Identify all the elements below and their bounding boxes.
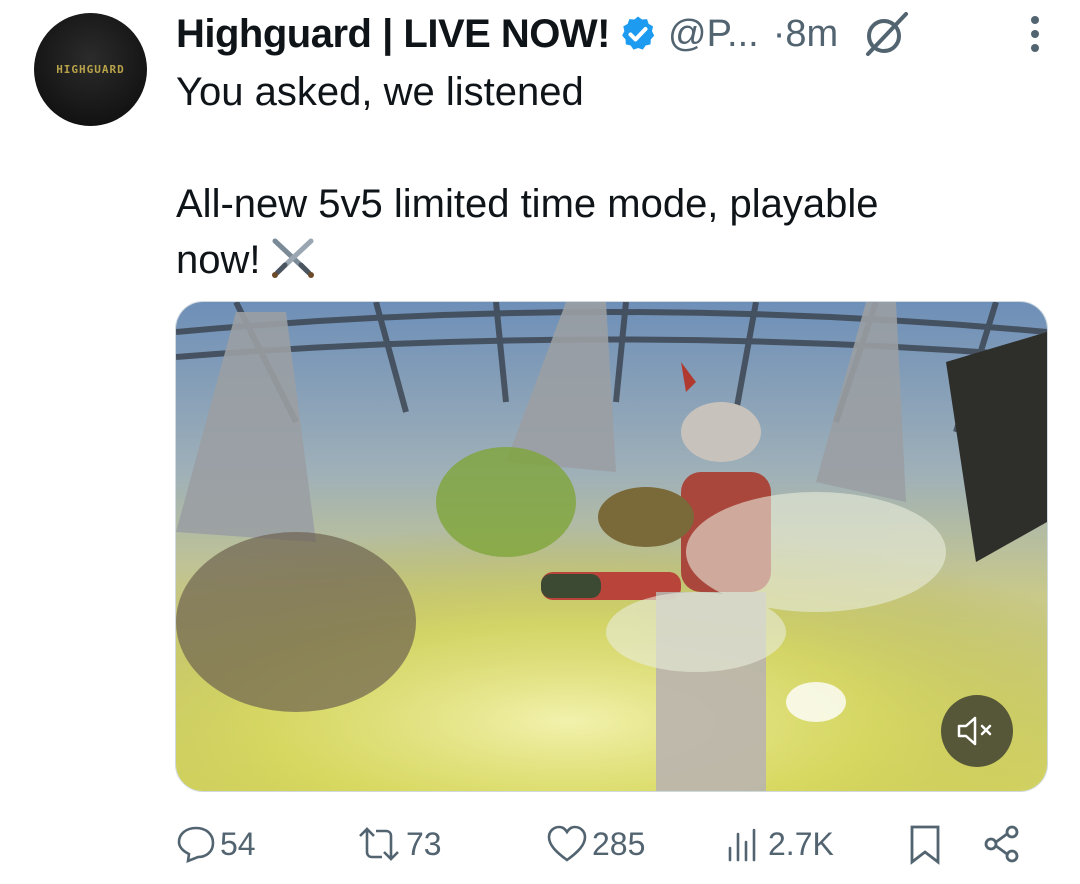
avatar[interactable]: HIGHGUARD — [34, 13, 147, 126]
views-count: 2.7K — [768, 825, 834, 862]
repost-icon — [359, 827, 399, 861]
mute-button[interactable] — [941, 695, 1013, 767]
more-options-icon[interactable] — [1028, 14, 1042, 54]
avatar-logo-text: HIGHGUARD — [56, 63, 125, 76]
grok-icon[interactable] — [860, 10, 912, 58]
display-name[interactable]: Highguard | LIVE NOW! — [176, 12, 611, 57]
bookmark-icon[interactable] — [908, 824, 942, 866]
video-player[interactable] — [175, 301, 1048, 792]
post-header: Highguard | LIVE NOW! @P... ·8m — [176, 6, 1060, 62]
action-bar: 54 73 285 2.7K — [176, 818, 1036, 870]
crossed-swords-icon — [271, 238, 314, 278]
reply-button[interactable]: 54 — [176, 818, 256, 870]
repost-count: 73 — [406, 825, 442, 862]
repost-button[interactable]: 73 — [356, 818, 442, 870]
reply-icon — [177, 826, 215, 864]
video-frame — [176, 302, 1047, 791]
like-button[interactable]: 285 — [546, 818, 645, 870]
heart-icon — [547, 825, 587, 862]
reply-count: 54 — [220, 825, 256, 862]
verified-badge-icon[interactable] — [618, 14, 658, 54]
views-chart-icon — [728, 828, 756, 862]
post-text: You asked, we listened All-new 5v5 limit… — [176, 64, 1036, 288]
views-button[interactable]: 2.7K — [724, 818, 834, 870]
mute-icon — [957, 716, 992, 746]
share-icon[interactable] — [982, 824, 1022, 864]
like-count: 285 — [592, 825, 646, 862]
handle[interactable]: @P... — [668, 13, 759, 56]
timestamp[interactable]: ·8m — [773, 13, 838, 56]
